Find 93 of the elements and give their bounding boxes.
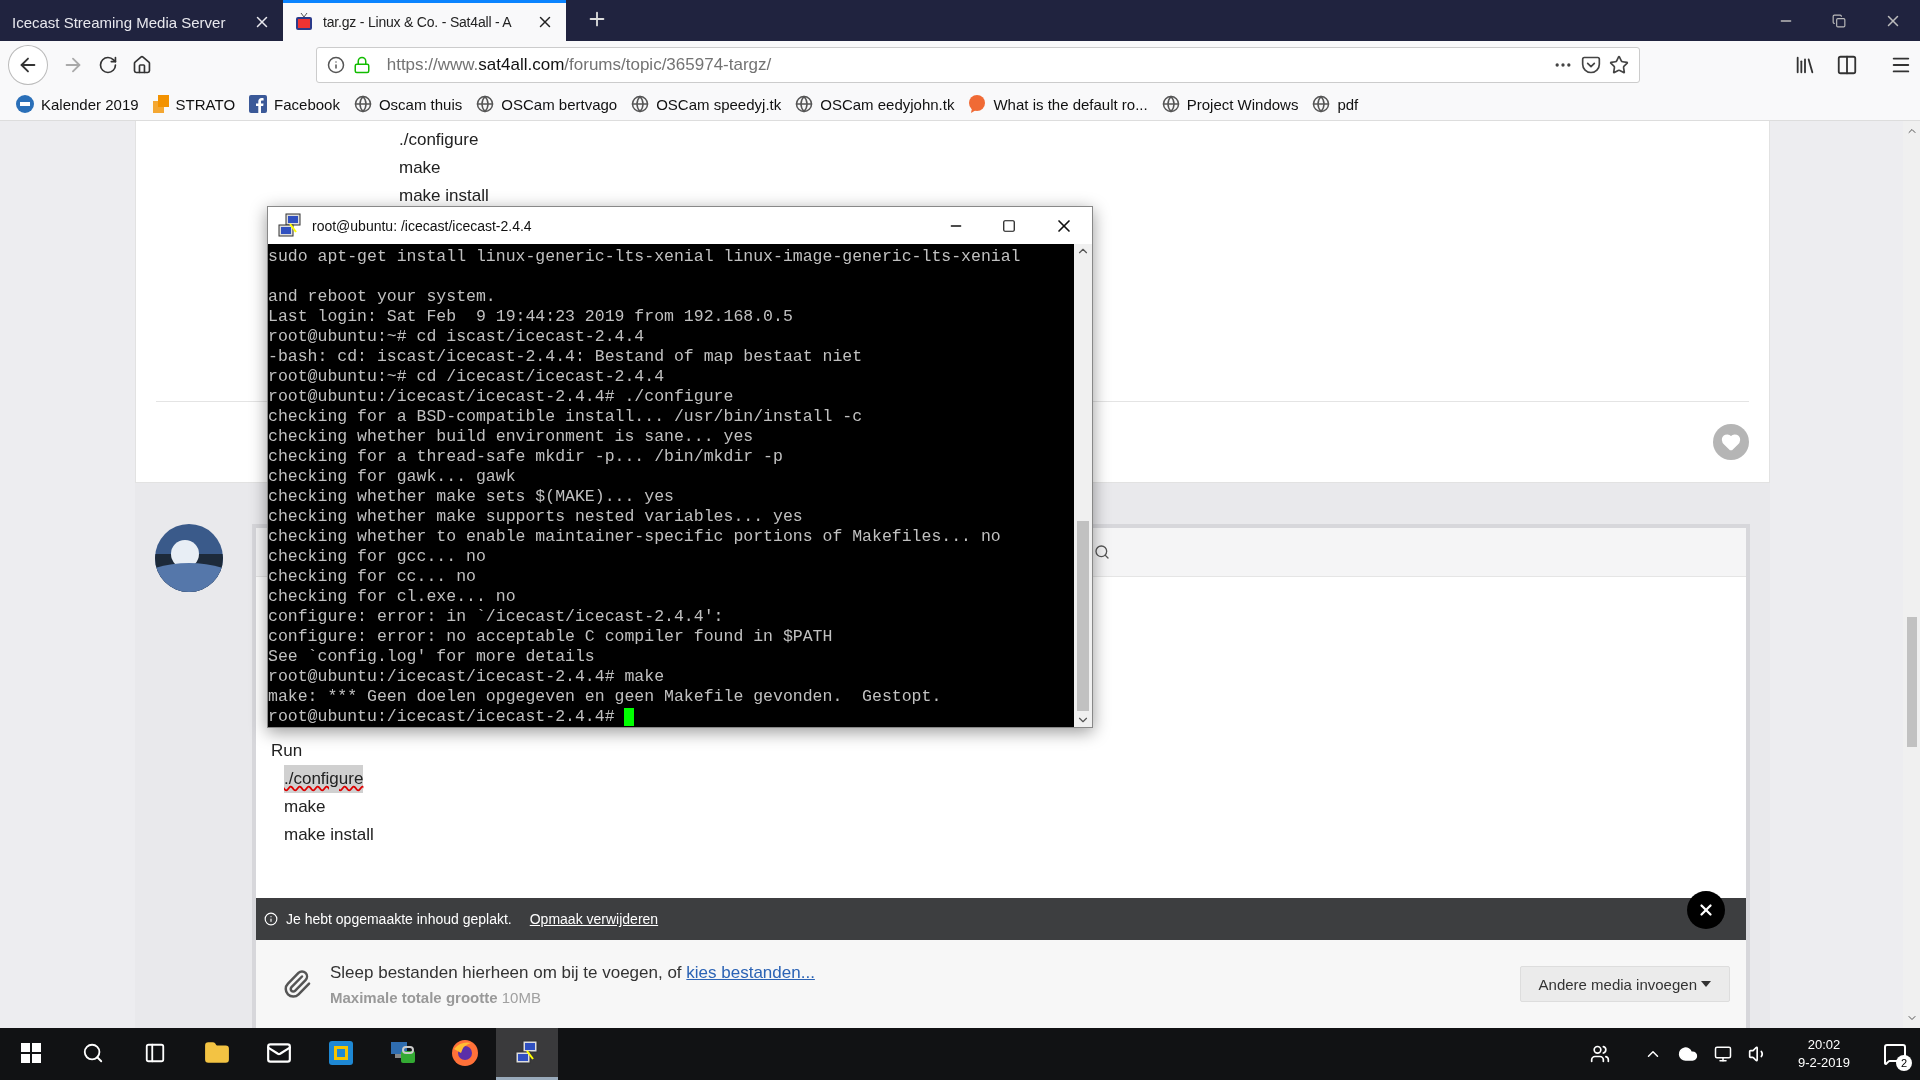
globe-icon <box>631 95 650 113</box>
facebook-icon <box>249 95 268 113</box>
browser-tab[interactable]: tar.gz - Linux & Co. - Sat4all - A <box>283 0 566 41</box>
pocket-icon[interactable] <box>1581 54 1602 75</box>
close-button[interactable] <box>1687 891 1725 929</box>
bookmark[interactable]: Project Windows <box>1161 95 1299 113</box>
strato-icon <box>152 95 169 113</box>
close-icon <box>1697 901 1715 919</box>
editor-line: Run <box>271 740 303 762</box>
info-icon <box>326 55 345 74</box>
terminal-line: and reboot your system. <box>268 287 496 307</box>
maximize-icon[interactable] <box>1002 218 1016 233</box>
network-icon[interactable] <box>1713 1045 1732 1063</box>
clock-time: 20:02 <box>1807 1036 1841 1054</box>
terminal-line: root@ubuntu:~# cd iscast/icecast-2.4.4 <box>268 327 645 347</box>
terminal-line: checking whether to enable maintainer-specific portions of Makefiles... no <box>268 527 1001 547</box>
insert-media-button[interactable]: Andere media invoegen <box>1519 966 1730 1002</box>
calendar-icon <box>16 95 34 113</box>
folder-icon <box>204 1039 230 1066</box>
terminal-line: checking for a thread-safe mkdir -p... /bin/mkdir -p <box>268 447 783 467</box>
choose-files-link[interactable]: kies bestanden... <box>686 962 815 982</box>
speech-bubble-icon <box>968 95 987 113</box>
terminal-line: root@ubuntu:/icecast/icecast-2.4.4# make <box>268 667 665 687</box>
people-icon[interactable] <box>1589 1044 1610 1064</box>
bookmark[interactable]: OSCam bertvago <box>476 95 618 113</box>
code-line: make <box>399 157 442 179</box>
terminal-line: checking for a BSD-compatible install... /usr/bin/install -c <box>268 407 863 427</box>
max-size-text: Maximale totale grootte 10MB <box>330 988 542 1006</box>
terminal-line: See `config.log' for more details <box>268 647 595 667</box>
task-view-icon[interactable] <box>144 1041 166 1064</box>
bookmark[interactable]: OSCam eedyjohn.tk <box>795 95 955 113</box>
tv-icon <box>295 13 313 31</box>
terminal-line: checking whether make supports nested variables... yes <box>268 507 803 527</box>
clock-date: 9-2-2019 <box>1797 1054 1850 1072</box>
search-icon[interactable] <box>1094 544 1110 560</box>
search-icon[interactable] <box>82 1041 104 1064</box>
terminal-line: root@ubuntu:/icecast/icecast-2.4.4# <box>268 707 616 727</box>
restore-icon[interactable] <box>1832 13 1846 28</box>
bookmark[interactable]: STRATO <box>152 95 236 113</box>
terminal-line: sudo apt-get install linux-generic-lts-xenial linux-image-generic-lts-xenial <box>268 247 1021 267</box>
lock-icon <box>352 55 371 74</box>
back-button[interactable] <box>8 44 48 85</box>
window-title: root@ubuntu: /icecast/icecast-2.4.4 <box>312 217 532 234</box>
terminal-line: Last login: Sat Feb 9 19:44:23 2019 from 192.168.0.5 <box>268 307 793 327</box>
terminal-line: checking whether make sets $(MAKE)... yes <box>268 487 674 507</box>
browser-tab[interactable]: Icecast Streaming Media Server <box>0 0 283 41</box>
cursor <box>624 708 635 726</box>
reload-icon[interactable] <box>97 54 118 75</box>
home-icon[interactable] <box>131 54 152 75</box>
url-text: https://www.sat4all.com/forums/topic/365974-targz/ <box>386 54 773 75</box>
editor-line: make install <box>284 824 374 846</box>
globe-icon <box>1161 95 1180 113</box>
globe-icon <box>353 95 372 113</box>
heart-icon <box>1721 432 1741 452</box>
terminal-line: root@ubuntu:/icecast/icecast-2.4.4# ./configure <box>268 387 734 407</box>
terminal-line: root@ubuntu:~# cd /icecast/icecast-2.4.4 <box>268 367 665 387</box>
notification-count: 2 <box>1896 1055 1912 1071</box>
bookmark[interactable]: Kalender 2019 <box>16 95 139 113</box>
terminal-line: checking whether build environment is sane... yes <box>268 427 754 447</box>
terminal-line: checking for gawk... gawk <box>268 467 516 487</box>
info-icon <box>264 912 278 926</box>
globe-icon <box>795 95 814 113</box>
bookmark[interactable]: Facebook <box>249 95 340 113</box>
upload-hint: Sleep bestanden hierheen om bij te voegen, of kies bestanden... <box>330 962 816 983</box>
terminal-line: -bash: cd: iscast/icecast-2.4.4: Bestand of map bestaat niet <box>268 347 863 367</box>
terminal-line: checking for cl.exe... no <box>268 587 516 607</box>
scroll-thumb[interactable] <box>1077 521 1089 711</box>
app-icon <box>328 1039 354 1066</box>
terminal-line: checking for cc... no <box>268 567 476 587</box>
scroll-thumb[interactable] <box>1906 617 1917 747</box>
windows-icon[interactable] <box>21 1042 41 1063</box>
bookmark[interactable]: OSCam speedyj.tk <box>631 95 782 113</box>
code-line: ./configure <box>399 129 480 151</box>
code-line: make install <box>399 185 490 207</box>
terminal-line: checking for gcc... no <box>268 547 486 567</box>
terminal-line: make: *** Geen doelen opgegeven en geen Makefile gevonden. Gestopt. <box>268 687 942 707</box>
paperclip-icon <box>282 969 312 999</box>
scrollbar[interactable] <box>1074 244 1092 727</box>
caret-icon <box>1701 981 1711 987</box>
globe-icon <box>476 95 495 113</box>
editor-line: make <box>284 796 326 818</box>
terminal-line: configure: error: no acceptable C compiler found in $PATH <box>268 627 833 647</box>
star-icon[interactable] <box>1609 54 1630 75</box>
terminal-line: configure: error: in `/icecast/icecast-2.4.4': <box>268 607 724 627</box>
bookmark[interactable]: Oscam thuis <box>353 95 463 113</box>
address-field[interactable]: https://www.sat4all.com/forums/topic/365974-targz/ <box>315 46 1641 83</box>
sidebar-icon[interactable] <box>1836 53 1859 76</box>
globe-icon <box>1312 95 1331 113</box>
bookmark[interactable]: pdf <box>1312 95 1359 113</box>
bookmark[interactable]: What is the default ro... <box>968 95 1148 113</box>
remove-formatting-link[interactable]: Opmaak verwijderen <box>529 911 659 927</box>
cloud-icon[interactable] <box>1677 1044 1698 1064</box>
notice-text: Je hebt opgemaakte inhoud geplakt. <box>286 911 512 927</box>
